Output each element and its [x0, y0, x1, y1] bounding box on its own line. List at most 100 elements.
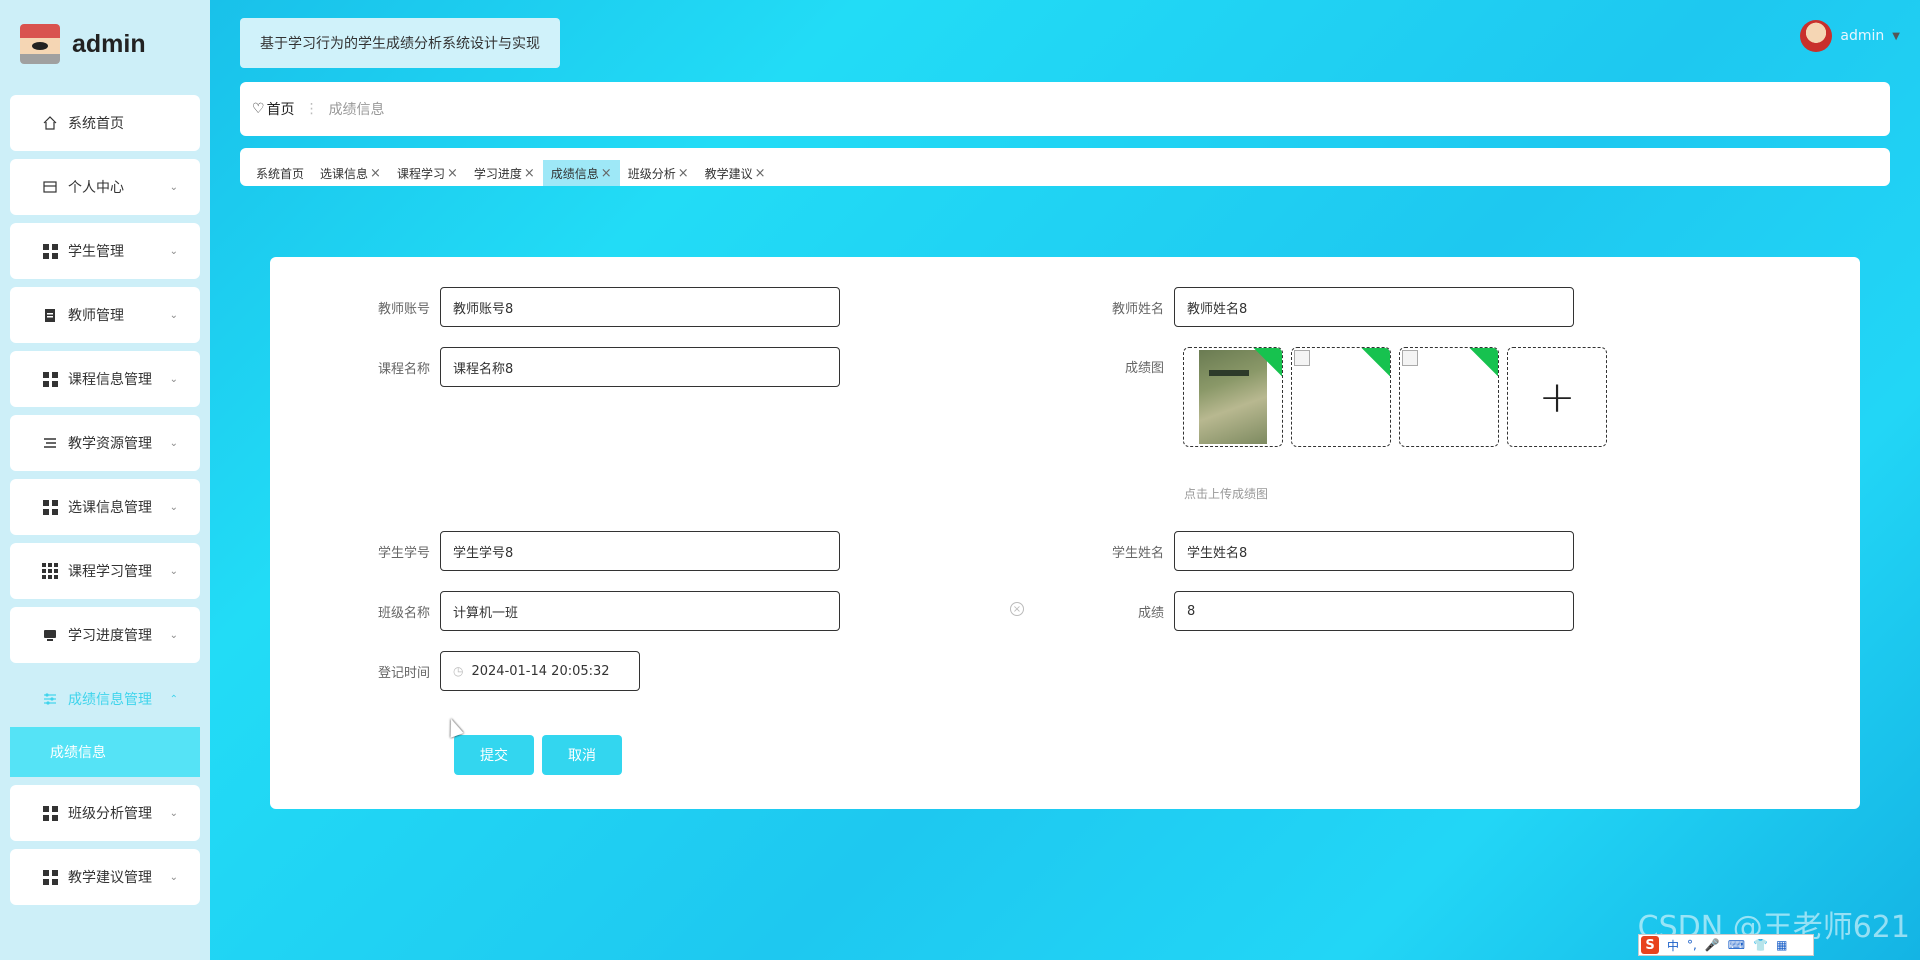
- sidebar-item-label: 成绩信息管理: [68, 692, 152, 708]
- tab-course-learning[interactable]: 课程学习 ×: [389, 160, 466, 186]
- teacher-name-input[interactable]: [1174, 287, 1574, 327]
- uploaded-image[interactable]: [1291, 347, 1391, 447]
- skin-icon[interactable]: 👕: [1753, 938, 1768, 952]
- punctuation-icon[interactable]: °,: [1687, 938, 1697, 952]
- register-time-picker[interactable]: ◷ 2024-01-14 20:05:32: [440, 651, 640, 691]
- sidebar-item-students[interactable]: 学生管理 ⌄: [10, 223, 200, 279]
- close-icon[interactable]: ×: [601, 166, 612, 181]
- student-id-input[interactable]: [440, 531, 840, 571]
- upload-add-button[interactable]: +: [1507, 347, 1607, 447]
- sidebar-item-class-analysis[interactable]: 班级分析管理 ⌄: [10, 785, 200, 841]
- close-icon[interactable]: ×: [447, 166, 458, 181]
- sidebar-item-course-learning[interactable]: 课程学习管理 ⌄: [10, 543, 200, 599]
- grid9-icon: [42, 563, 58, 579]
- sidebar-item-label: 教学资源管理: [68, 436, 152, 452]
- tab-label: 教学建议: [704, 166, 753, 181]
- grid-icon: [42, 499, 58, 515]
- student-name-field: 学生姓名: [1084, 531, 1574, 571]
- register-time-value: 2024-01-14 20:05:32: [471, 663, 610, 679]
- field-label: 成绩: [1137, 605, 1164, 621]
- ime-logo: S: [1641, 936, 1659, 954]
- upload-success-badge: [1467, 348, 1498, 379]
- breadcrumb: ♡ 首页 ⋮ 成绩信息: [240, 82, 1890, 136]
- sidebar-item-label: 选课信息管理: [68, 500, 152, 516]
- score-image-uploads: +: [1183, 347, 1607, 447]
- sidebar-item-home[interactable]: 系统首页: [10, 95, 200, 151]
- class-name-input[interactable]: [440, 591, 840, 631]
- monitor-icon: [42, 627, 58, 643]
- grid-icon: [42, 243, 58, 259]
- sidebar-item-label: 系统首页: [68, 116, 124, 132]
- uploaded-image[interactable]: [1183, 347, 1283, 447]
- list-icon: [42, 435, 58, 451]
- tab-score-info[interactable]: 成绩信息 ×: [542, 160, 620, 186]
- close-icon[interactable]: ×: [755, 166, 766, 181]
- tab-home[interactable]: 系统首页: [248, 160, 312, 186]
- card-icon: [42, 179, 58, 195]
- sidebar-item-progress[interactable]: 学习进度管理 ⌄: [10, 607, 200, 663]
- tab-class-analysis[interactable]: 班级分析 ×: [620, 160, 697, 186]
- chevron-down-icon: ⌄: [169, 565, 178, 577]
- sidebar-item-course-selection[interactable]: 选课信息管理 ⌄: [10, 479, 200, 535]
- sidebar-item-score-management[interactable]: 成绩信息管理 ⌃: [10, 671, 200, 727]
- close-icon[interactable]: ×: [678, 166, 689, 181]
- course-name-input[interactable]: [440, 347, 840, 387]
- sidebar-item-teachers[interactable]: 教师管理 ⌄: [10, 287, 200, 343]
- breadcrumb-home[interactable]: ♡ 首页: [252, 99, 295, 119]
- breadcrumb-separator: ⋮: [304, 101, 319, 117]
- close-icon[interactable]: ×: [370, 166, 381, 181]
- field-label: 教师姓名: [1111, 301, 1164, 317]
- field-label: 教师账号: [377, 301, 430, 317]
- sidebar-item-label: 教学建议管理: [68, 870, 152, 886]
- clock-icon: ◷: [453, 664, 464, 678]
- broken-image-icon: [1294, 350, 1310, 366]
- field-label: 学生学号: [377, 545, 430, 561]
- clear-icon[interactable]: ×: [1010, 602, 1024, 616]
- sidebar-item-teaching-advice[interactable]: 教学建议管理 ⌄: [10, 849, 200, 905]
- user-name: admin: [1840, 28, 1885, 44]
- uploaded-image[interactable]: [1399, 347, 1499, 447]
- brand-avatar: [20, 24, 60, 64]
- book-cover-image: [1199, 350, 1267, 444]
- teacher-account-input[interactable]: [440, 287, 840, 327]
- toolbox-icon[interactable]: ▦: [1776, 938, 1787, 952]
- sidebar-item-course-info[interactable]: 课程信息管理 ⌄: [10, 351, 200, 407]
- microphone-icon[interactable]: 🎤: [1705, 938, 1720, 952]
- avatar: [1800, 20, 1833, 52]
- submit-button[interactable]: 提交: [454, 735, 534, 775]
- chevron-up-icon: ⌃: [169, 693, 178, 705]
- tab-label: 班级分析: [627, 166, 676, 181]
- sidebar-item-resources[interactable]: 教学资源管理 ⌄: [10, 415, 200, 471]
- sidebar-subitem-score-info[interactable]: 成绩信息: [10, 727, 200, 777]
- register-time-field: 登记时间 ◷ 2024-01-14 20:05:32: [350, 651, 640, 691]
- cancel-button[interactable]: 取消: [542, 735, 622, 775]
- sidebar-item-label: 个人中心: [68, 180, 124, 196]
- teacher-name-field: 教师姓名: [1084, 287, 1574, 327]
- close-icon[interactable]: ×: [524, 166, 535, 181]
- sidebar-item-label: 班级分析管理: [68, 806, 152, 822]
- score-image-field: 成绩图: [1084, 347, 1174, 376]
- student-name-input[interactable]: [1174, 531, 1574, 571]
- tab-teaching-advice[interactable]: 教学建议 ×: [697, 160, 774, 186]
- chevron-down-icon: ⌄: [169, 181, 178, 193]
- sidebar-item-label: 课程信息管理: [68, 372, 152, 388]
- score-input[interactable]: [1174, 591, 1574, 631]
- keyboard-icon[interactable]: ⌨: [1728, 938, 1745, 952]
- chevron-down-icon: ⌄: [169, 871, 178, 883]
- grid-icon: [42, 371, 58, 387]
- tab-progress[interactable]: 学习进度 ×: [466, 160, 543, 186]
- ime-mode[interactable]: 中: [1667, 937, 1679, 954]
- tab-label: 课程学习: [396, 166, 445, 181]
- sidebar-item-label: 学习进度管理: [68, 628, 152, 644]
- brand: admin: [20, 24, 146, 64]
- sidebar-item-personal[interactable]: 个人中心 ⌄: [10, 159, 200, 215]
- sidebar-item-label: 教师管理: [68, 308, 124, 324]
- user-menu[interactable]: admin ▼: [1800, 20, 1900, 52]
- ime-toolbar: S 中 °, 🎤 ⌨ 👕 ▦: [1638, 934, 1814, 956]
- chevron-down-icon: ⌄: [169, 629, 178, 641]
- chevron-down-icon: ⌄: [169, 309, 178, 321]
- tab-course-selection[interactable]: 选课信息 ×: [312, 160, 389, 186]
- upload-hint: 点击上传成绩图: [1184, 487, 1269, 501]
- score-field: 成绩: [1084, 591, 1574, 631]
- chevron-down-icon: ⌄: [169, 245, 178, 257]
